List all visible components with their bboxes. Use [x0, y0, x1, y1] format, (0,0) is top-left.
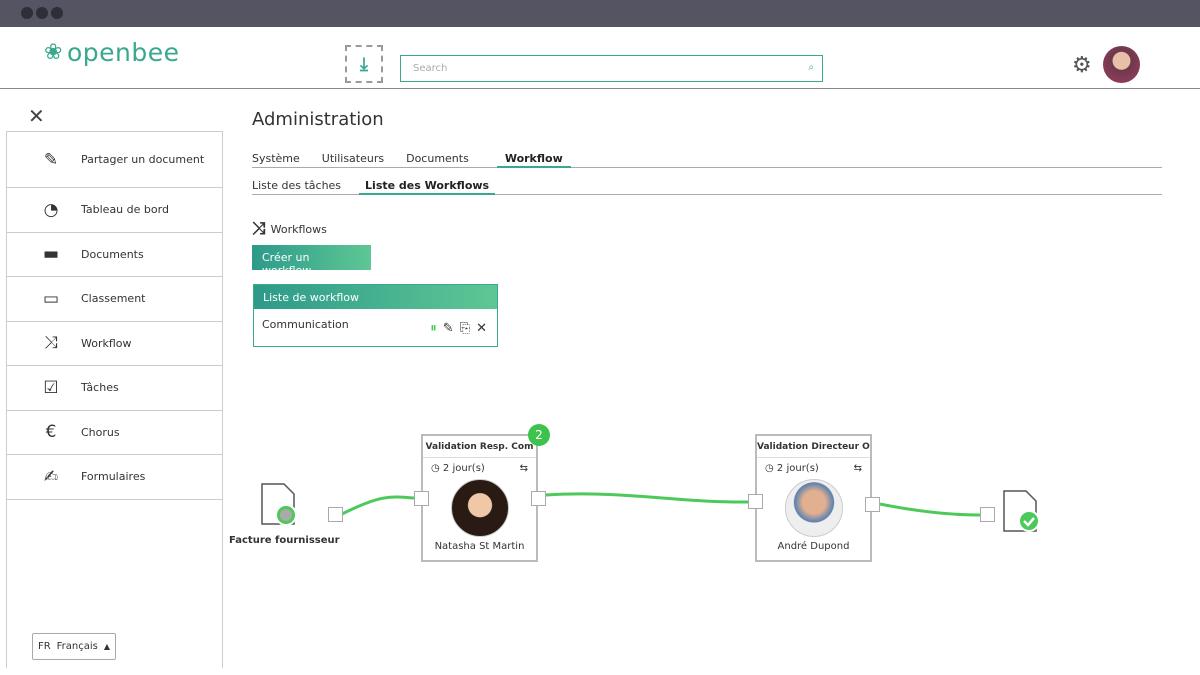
- swap-icon[interactable]: ⇆: [854, 463, 862, 474]
- connector-port[interactable]: [531, 491, 546, 506]
- clock-icon: ◷: [431, 463, 440, 474]
- swap-icon[interactable]: ⇆: [520, 463, 528, 474]
- connector-port[interactable]: [414, 491, 429, 506]
- person-photo: [784, 479, 843, 537]
- workflow-step-node[interactable]: Validation Directeur Opé ◷ 2 jour(s) ⇆ An…: [755, 434, 872, 562]
- workflow-step-node[interactable]: Validation Resp. Com ◷ 2 jour(s) ⇆ Natash…: [421, 434, 538, 562]
- connector-port[interactable]: [865, 497, 880, 512]
- count-badge: 2: [528, 424, 550, 446]
- clock-icon: ◷: [765, 463, 774, 474]
- connector-port[interactable]: [328, 507, 343, 522]
- end-document-icon[interactable]: [1002, 490, 1042, 534]
- start-label: Facture fournisseur: [229, 535, 340, 546]
- start-document-icon[interactable]: [260, 483, 297, 526]
- connector-port[interactable]: [980, 507, 995, 522]
- workflow-connectors: [341, 492, 981, 517]
- person-photo: [450, 479, 509, 537]
- connector-port[interactable]: [748, 494, 763, 509]
